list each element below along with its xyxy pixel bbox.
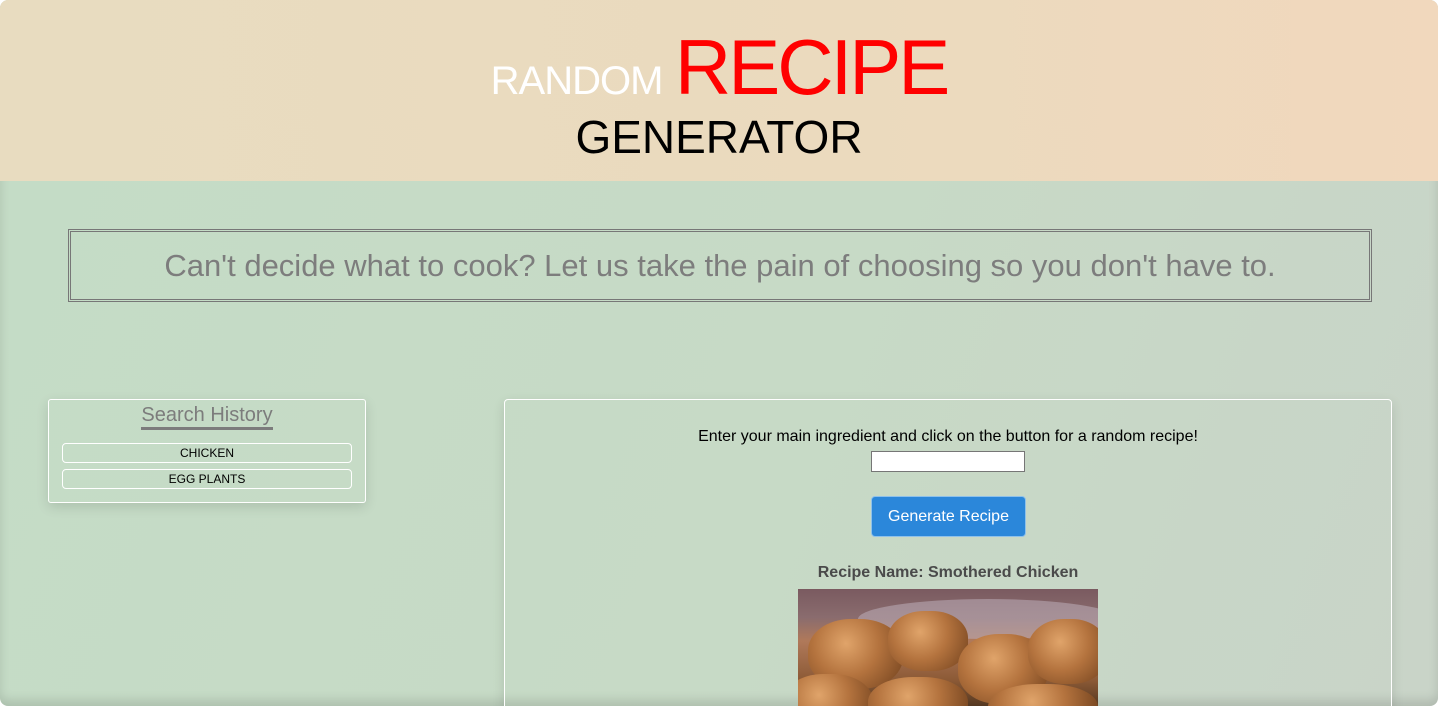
search-history-title: Search History: [49, 404, 365, 430]
tagline-box: Can't decide what to cook? Let us take t…: [68, 229, 1372, 302]
recipe-panel: Enter your main ingredient and click on …: [504, 399, 1392, 706]
instruction-text: Enter your main ingredient and click on …: [698, 428, 1198, 445]
recipe-image: [798, 589, 1098, 706]
title-generator: GENERATOR: [575, 111, 863, 163]
title-line-1: RANDOM RECIPE: [0, 22, 1438, 113]
search-history-panel: Search History CHICKEN EGG PLANTS: [48, 399, 366, 503]
search-history-title-text: Search History: [141, 404, 273, 430]
generate-recipe-button[interactable]: Generate Recipe: [871, 496, 1026, 537]
food-piece: [1028, 619, 1098, 684]
title-recipe: RECIPE: [674, 23, 950, 111]
history-item-egg-plants[interactable]: EGG PLANTS: [62, 469, 352, 489]
site-header: RANDOM RECIPE GENERATOR: [0, 0, 1438, 181]
recipe-name: Recipe Name: Smothered Chicken: [817, 564, 1079, 581]
ingredient-input[interactable]: [871, 451, 1025, 472]
tagline-text: Can't decide what to cook? Let us take t…: [164, 247, 1276, 283]
title-random: RANDOM: [490, 59, 664, 103]
page: RANDOM RECIPE GENERATOR Can't decide wha…: [0, 0, 1438, 706]
history-item-chicken[interactable]: CHICKEN: [62, 443, 352, 463]
food-piece: [888, 611, 968, 671]
